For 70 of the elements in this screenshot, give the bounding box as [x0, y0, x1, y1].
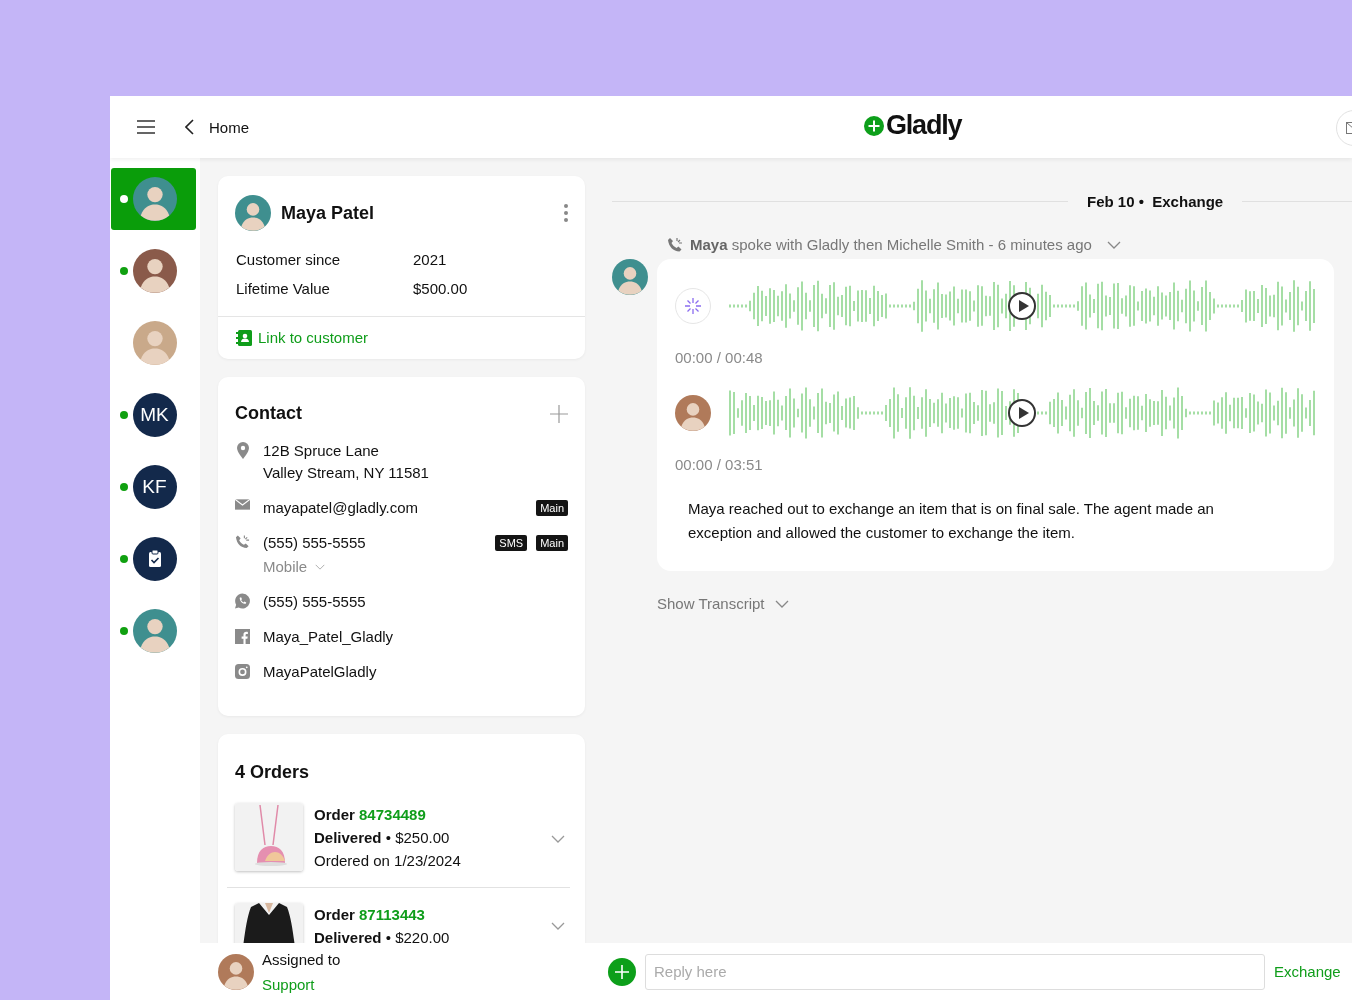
contact-value: MayaPatelGladly — [263, 662, 378, 682]
phone-type-dropdown[interactable]: Mobile — [263, 556, 483, 578]
field-label: Customer since — [236, 251, 342, 268]
link-to-customer-link[interactable]: Link to customer — [236, 329, 369, 346]
call-note: Maya reached out to exchange an item that is on final sale. The agent made an exception and allowed the customer to exchange the item. — [687, 499, 1215, 543]
menu-icon[interactable] — [137, 120, 155, 134]
assignee-link[interactable]: Support — [262, 971, 341, 997]
chevron-down-icon — [315, 564, 326, 570]
expand-icon[interactable] — [551, 922, 565, 930]
customer-avatar — [235, 195, 271, 231]
chevron-down-icon — [774, 599, 789, 608]
agent-avatar — [675, 395, 711, 431]
camera-icon — [235, 663, 250, 680]
order-title: Order 87113443 — [314, 905, 426, 925]
contact-card-icon — [236, 329, 252, 346]
playback-time: 00:00 / 03:51 — [675, 456, 764, 473]
tag: SMS — [495, 535, 528, 551]
order-title: Order 84734489 — [314, 805, 427, 825]
agent-avatar — [218, 953, 254, 990]
contact-value: (555) 555-5555 — [263, 592, 367, 612]
channel-button[interactable]: Exchange — [1274, 963, 1341, 980]
contact-value: mayapatel@gladly.com — [263, 498, 420, 518]
field-value: $500.00 — [413, 280, 469, 297]
show-transcript-button[interactable]: Show Transcript — [657, 595, 789, 612]
section-title: Contact — [235, 403, 302, 424]
customer-avatar — [132, 321, 177, 365]
customer-avatar — [132, 249, 177, 293]
more-icon[interactable] — [564, 204, 568, 222]
tag: Main — [536, 500, 568, 516]
customer-avatar — [612, 259, 648, 295]
plus-icon — [614, 963, 630, 980]
field-label: Lifetime Value — [236, 280, 331, 297]
contact-value: (555) 555-5555 — [263, 533, 367, 553]
conversation-heading: Feb 10 • Exchange — [1087, 193, 1224, 210]
conversation-item[interactable]: KF — [111, 456, 196, 518]
chat-bubble-icon — [235, 593, 250, 609]
initials-avatar: KF — [132, 465, 177, 509]
customer-avatar — [132, 609, 177, 653]
field-value: 2021 — [413, 251, 448, 268]
tag: Main — [536, 535, 568, 551]
conversation-item[interactable]: MK — [111, 384, 196, 446]
playback-time: 00:00 / 00:48 — [675, 349, 764, 366]
envelope-icon — [235, 499, 250, 510]
clipboard-icon — [132, 537, 177, 581]
order-date: Ordered on 1/23/2024 — [314, 851, 461, 871]
play-icon — [1018, 407, 1029, 419]
location-pin-icon — [236, 442, 249, 459]
address-text: 12B Spruce Lane Valley Stream, NY 11581 — [263, 441, 430, 483]
back-link[interactable]: Home — [185, 118, 249, 136]
phone-icon — [235, 534, 250, 550]
reply-field[interactable]: Reply here — [645, 953, 1265, 990]
logo: Gladly — [864, 110, 962, 141]
order-status: Delivered • $250.00 — [314, 828, 451, 848]
call-summary: Maya spoke with Gladly then Michelle Smith - 6 minutes ago — [690, 236, 1092, 253]
back-icon — [185, 119, 195, 135]
customer-name: Maya Patel — [281, 202, 376, 224]
assigned-label: Assigned to — [262, 949, 341, 970]
customer-avatar — [132, 177, 177, 221]
play-button[interactable] — [1008, 292, 1036, 320]
section-title: 4 Orders — [235, 762, 311, 783]
contact-value: Maya_Patel_Gladly — [263, 627, 395, 647]
facebook-icon — [235, 628, 250, 645]
play-icon — [1018, 300, 1029, 312]
expand-icon[interactable] — [551, 835, 565, 843]
add-button[interactable] — [608, 957, 636, 986]
initials-avatar: MK — [132, 393, 177, 437]
add-icon[interactable] — [550, 404, 568, 423]
expand-icon[interactable] — [1106, 240, 1121, 249]
play-button[interactable] — [1008, 399, 1036, 427]
phone-icon — [667, 236, 683, 253]
